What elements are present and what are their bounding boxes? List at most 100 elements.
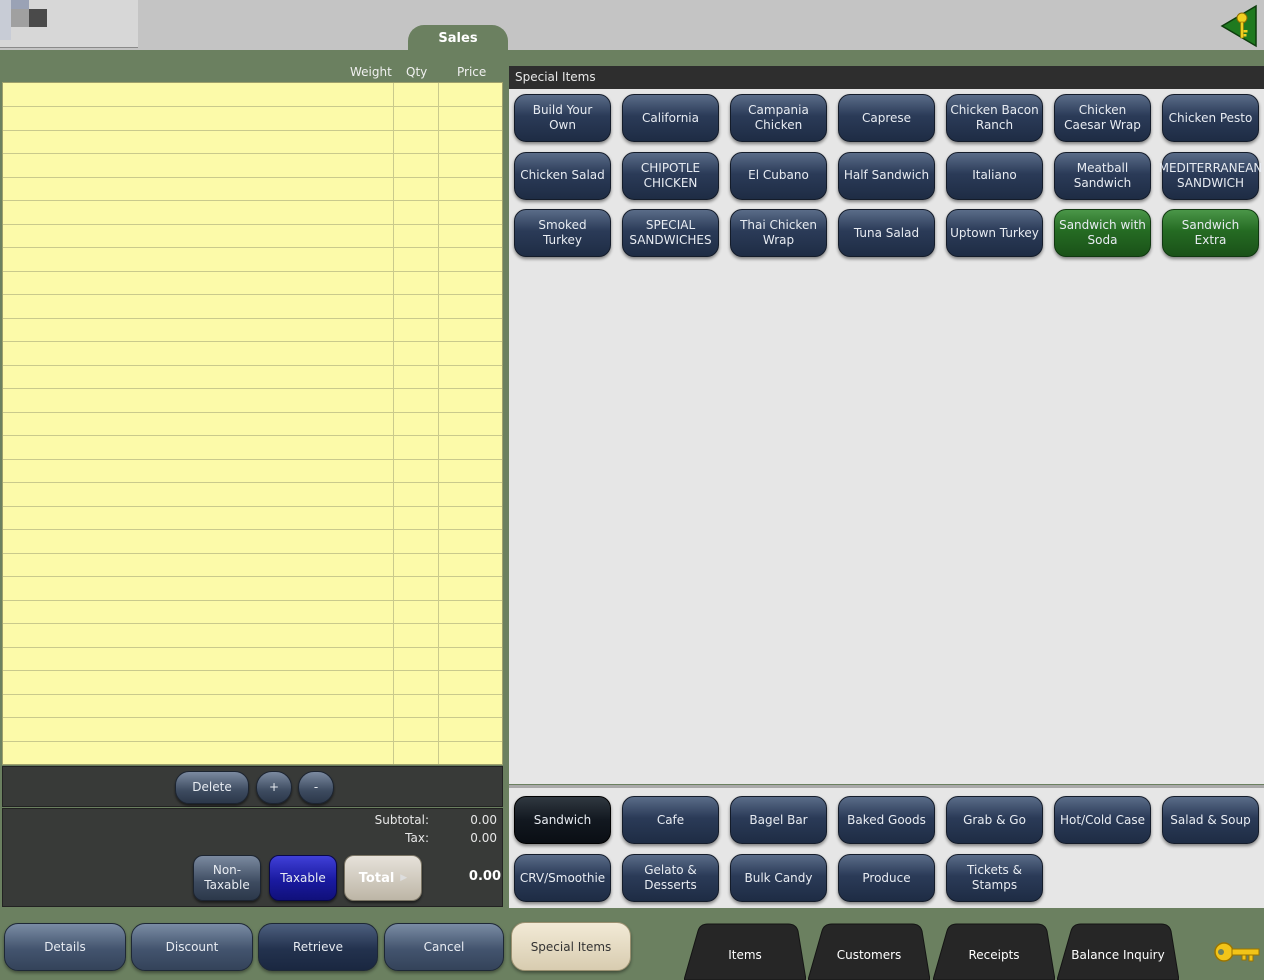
special-item-button[interactable]: Chicken Bacon Ranch bbox=[946, 94, 1043, 142]
category-button[interactable]: Salad & Soup bbox=[1162, 796, 1259, 844]
category-button[interactable]: Sandwich bbox=[514, 796, 611, 844]
ledger-row-line bbox=[3, 506, 502, 507]
total-value: 0.00 bbox=[468, 869, 501, 884]
arrow-right-icon: ▶ bbox=[400, 872, 408, 883]
non-taxable-button[interactable]: Non- Taxable bbox=[193, 855, 261, 901]
line-actions-bar: Delete + - bbox=[2, 766, 503, 807]
ledger-column-divider bbox=[393, 83, 394, 764]
category-button[interactable]: Bagel Bar bbox=[730, 796, 827, 844]
ledger-row-line bbox=[3, 741, 502, 742]
column-price: Price bbox=[457, 65, 487, 79]
category-button[interactable]: Hot/Cold Case bbox=[1054, 796, 1151, 844]
ledger-row-line bbox=[3, 482, 502, 483]
bottom-bar: Details Discount Retrieve Cancel Special… bbox=[0, 909, 1264, 980]
nav-tab-label: Balance Inquiry bbox=[1071, 947, 1165, 962]
ledger-row-line bbox=[3, 694, 502, 695]
category-button[interactable]: Grab & Go bbox=[946, 796, 1043, 844]
sale-column-headers: Weight Qty Price bbox=[0, 62, 504, 82]
ledger-row-line bbox=[3, 764, 502, 765]
tax-value: 0.00 bbox=[470, 831, 497, 845]
key-icon[interactable] bbox=[1213, 938, 1261, 966]
special-item-button[interactable]: Chicken Pesto bbox=[1162, 94, 1259, 142]
special-item-button[interactable]: Sandwich Extra bbox=[1162, 209, 1259, 257]
ledger-row-line bbox=[3, 717, 502, 718]
category-button[interactable]: Baked Goods bbox=[838, 796, 935, 844]
ledger-row-line bbox=[3, 106, 502, 107]
ledger-row-line bbox=[3, 365, 502, 366]
ledger-row-line bbox=[3, 647, 502, 648]
subtotal-label: Subtotal: bbox=[374, 813, 429, 827]
special-items-title: Special Items bbox=[509, 66, 1264, 89]
ledger-row-line bbox=[3, 224, 502, 225]
ledger-column-divider bbox=[438, 83, 439, 764]
ledger-row-line bbox=[3, 623, 502, 624]
special-item-button[interactable]: CHIPOTLE CHICKEN bbox=[622, 151, 719, 200]
tax-label: Tax: bbox=[405, 831, 429, 845]
discount-button[interactable]: Discount bbox=[131, 923, 253, 971]
special-item-button[interactable]: Chicken Caesar Wrap bbox=[1054, 94, 1151, 142]
logo-image bbox=[0, 0, 138, 48]
delete-button[interactable]: Delete bbox=[175, 771, 249, 804]
special-item-button[interactable]: Uptown Turkey bbox=[946, 209, 1043, 257]
special-item-button[interactable]: Caprese bbox=[838, 94, 935, 142]
special-item-button[interactable]: SPECIAL SANDWICHES bbox=[622, 209, 719, 257]
back-arrow-key-icon[interactable] bbox=[1220, 4, 1260, 48]
ledger-row-line bbox=[3, 177, 502, 178]
taxable-button[interactable]: Taxable bbox=[269, 855, 337, 901]
category-button[interactable]: CRV/Smoothie bbox=[514, 854, 611, 902]
category-button[interactable]: Tickets & Stamps bbox=[946, 854, 1043, 902]
column-qty: Qty bbox=[406, 65, 428, 79]
subtotal-value: 0.00 bbox=[470, 813, 497, 827]
category-button[interactable]: Cafe bbox=[622, 796, 719, 844]
ledger-row-line bbox=[3, 459, 502, 460]
top-bar bbox=[0, 0, 1264, 50]
ledger-row-line bbox=[3, 247, 502, 248]
category-panel: Sandwich Cafe Bagel Bar Baked Goods Grab & G… bbox=[509, 785, 1264, 908]
category-button[interactable]: Gelato & Desserts bbox=[622, 854, 719, 902]
nav-tab[interactable]: Receipts bbox=[933, 923, 1055, 980]
special-item-button[interactable]: MEDITERRANEAN SANDWICH bbox=[1159, 151, 1262, 200]
special-item-button[interactable]: Thai Chicken Wrap bbox=[730, 209, 827, 257]
special-items-button[interactable]: Special Items bbox=[511, 922, 631, 971]
category-button[interactable]: Bulk Candy bbox=[730, 854, 827, 902]
ledger-row-line bbox=[3, 294, 502, 295]
ledger-row-line bbox=[3, 553, 502, 554]
totals-box: Subtotal: 0.00 Tax: 0.00 Non- Taxable Ta… bbox=[2, 808, 503, 907]
plus-button[interactable]: + bbox=[256, 771, 292, 804]
ledger-row-line bbox=[3, 600, 502, 601]
special-item-button[interactable]: El Cubano bbox=[730, 151, 827, 200]
nav-tab-label: Receipts bbox=[968, 947, 1020, 962]
details-button[interactable]: Details bbox=[4, 923, 126, 971]
ledger-row-line bbox=[3, 412, 502, 413]
special-item-button[interactable]: Tuna Salad bbox=[838, 209, 935, 257]
retrieve-button[interactable]: Retrieve bbox=[258, 923, 378, 971]
nav-tab[interactable]: Balance Inquiry bbox=[1057, 923, 1179, 980]
special-item-button[interactable]: Half Sandwich bbox=[838, 151, 935, 200]
special-item-button[interactable]: Sandwich with Soda bbox=[1054, 209, 1151, 257]
ledger-row-line bbox=[3, 153, 502, 154]
special-item-button[interactable]: Smoked Turkey bbox=[514, 209, 611, 257]
ledger-row-line bbox=[3, 318, 502, 319]
column-weight: Weight bbox=[350, 65, 392, 79]
special-item-button[interactable]: Italiano bbox=[946, 151, 1043, 200]
total-label: Total bbox=[358, 870, 395, 886]
sales-ledger[interactable] bbox=[2, 82, 503, 765]
nav-tab-label: Customers bbox=[836, 947, 902, 962]
nav-tab[interactable]: Customers bbox=[808, 923, 930, 980]
special-item-button[interactable]: Campania Chicken bbox=[730, 94, 827, 142]
special-item-button[interactable]: Meatball Sandwich bbox=[1054, 151, 1151, 200]
ledger-row-line bbox=[3, 388, 502, 389]
total-button[interactable]: Total ▶ bbox=[344, 855, 422, 901]
special-item-button[interactable]: Build Your Own bbox=[514, 94, 611, 142]
category-button[interactable]: Produce bbox=[838, 854, 935, 902]
special-item-button[interactable]: California bbox=[622, 94, 719, 142]
ledger-row-line bbox=[3, 200, 502, 201]
nav-tab[interactable]: Items bbox=[684, 923, 806, 980]
cancel-button[interactable]: Cancel bbox=[384, 923, 504, 971]
special-items-panel: Special Items Build Your Own California Ca… bbox=[509, 66, 1264, 784]
ledger-row-line bbox=[3, 271, 502, 272]
special-item-button[interactable]: Chicken Salad bbox=[514, 151, 611, 200]
ledger-row-line bbox=[3, 435, 502, 436]
minus-button[interactable]: - bbox=[298, 771, 334, 804]
tab-sales[interactable]: Sales bbox=[408, 25, 508, 55]
